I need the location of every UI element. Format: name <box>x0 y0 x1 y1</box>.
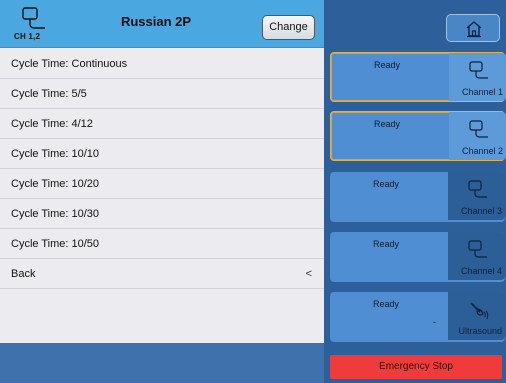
channel-status: Ready <box>373 119 400 129</box>
ultrasound-value: - <box>433 317 436 327</box>
electrode-icon <box>22 7 45 29</box>
cycle-time-list: Cycle Time: Continuous Cycle Time: 5/5 C… <box>0 49 324 289</box>
home-icon <box>466 21 482 38</box>
back-item[interactable]: Back < <box>0 259 324 289</box>
right-panel: Ready Channel 1 Ready Channel 2 Ready Ch… <box>324 0 506 383</box>
channel-label: Channel 1 <box>461 87 503 97</box>
channel-label: Channel 2 <box>461 146 503 156</box>
list-item-label: Cycle Time: 10/50 <box>11 238 100 250</box>
list-item-label: Cycle Time: 10/30 <box>11 208 100 220</box>
channel-button-3[interactable]: Channel 3 <box>448 172 505 220</box>
channel-indicator: CH 1,2 <box>14 32 41 41</box>
emergency-stop-button[interactable]: Emergency Stop <box>330 355 502 379</box>
back-label: Back <box>11 268 36 280</box>
channel-button-1[interactable]: Channel 1 <box>449 53 506 101</box>
channel-card-ultrasound[interactable]: Ready - Ultrasound <box>330 292 505 342</box>
list-item-label: Cycle Time: 10/10 <box>11 148 100 160</box>
channel-status: Ready <box>372 239 399 249</box>
channel-status: Ready <box>373 60 400 70</box>
electrode-icon <box>468 180 487 198</box>
list-item-cycle-continuous[interactable]: Cycle Time: Continuous <box>0 49 324 79</box>
home-button[interactable] <box>446 14 500 42</box>
list-item-cycle-10-20[interactable]: Cycle Time: 10/20 <box>0 169 324 199</box>
electrode-icon <box>468 240 487 258</box>
channel-card-2[interactable]: Ready Channel 2 <box>330 111 506 161</box>
channel-card-1[interactable]: Ready Channel 1 <box>330 52 506 102</box>
back-chevron-icon: < <box>305 268 312 280</box>
list-item-label: Cycle Time: 4/12 <box>11 118 93 130</box>
channel-label: Channel 4 <box>460 266 502 276</box>
list-item-cycle-4-12[interactable]: Cycle Time: 4/12 <box>0 109 324 139</box>
header-bar: CH 1,2 Russian 2P Change <box>0 0 324 48</box>
electrode-icon <box>469 61 488 79</box>
channel-label: Channel 3 <box>460 206 502 216</box>
electrode-icon <box>469 120 488 138</box>
list-empty-area <box>0 297 324 343</box>
list-item-cycle-10-50[interactable]: Cycle Time: 10/50 <box>0 229 324 259</box>
ultrasound-button[interactable]: Ultrasound <box>448 292 505 340</box>
left-panel: CH 1,2 Russian 2P Change Cycle Time: Con… <box>0 0 324 383</box>
channel-card-3[interactable]: Ready Channel 3 <box>330 172 505 222</box>
channel-status: Ready <box>372 179 399 189</box>
ultrasound-icon <box>470 302 489 320</box>
channel-card-4[interactable]: Ready Channel 4 <box>330 232 505 282</box>
list-item-cycle-10-30[interactable]: Cycle Time: 10/30 <box>0 199 324 229</box>
list-item-cycle-10-10[interactable]: Cycle Time: 10/10 <box>0 139 324 169</box>
channel-button-2[interactable]: Channel 2 <box>449 112 506 160</box>
right-top-bar <box>324 0 506 46</box>
footer-bar <box>0 343 324 383</box>
list-item-cycle-5-5[interactable]: Cycle Time: 5/5 <box>0 79 324 109</box>
channel-status: Ready <box>372 299 399 309</box>
list-item-label: Cycle Time: 5/5 <box>11 88 87 100</box>
channel-label: Ultrasound <box>458 326 502 336</box>
change-button[interactable]: Change <box>262 15 315 40</box>
page-title: Russian 2P <box>120 14 192 29</box>
list-item-label: Cycle Time: 10/20 <box>11 178 100 190</box>
list-item-label: Cycle Time: Continuous <box>11 58 128 70</box>
channel-button-4[interactable]: Channel 4 <box>448 232 505 280</box>
